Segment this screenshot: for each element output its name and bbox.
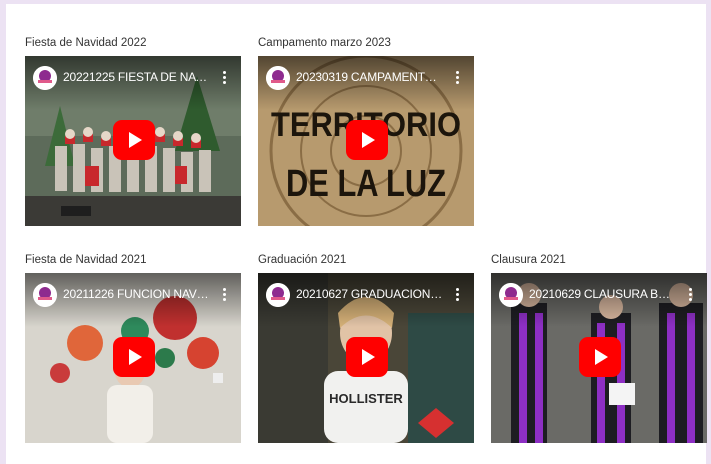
channel-logo-icon[interactable] bbox=[266, 66, 290, 90]
video-card: Campamento marzo 2023 TERRITORIO DE LA L… bbox=[258, 35, 474, 226]
kebab-menu-icon[interactable] bbox=[454, 286, 460, 304]
video-card: Fiesta de Navidad 2022 20221225 FIESTA D… bbox=[25, 35, 241, 226]
video-title[interactable]: 20211226 FUNCION NAVID... bbox=[63, 287, 211, 302]
video-title[interactable]: 20210629 CLAUSURA BUS... bbox=[529, 287, 677, 302]
video-card: Graduación 2021 HOLLISTER 20210627 GRADU… bbox=[258, 252, 474, 443]
video-thumbnail[interactable]: HOLLISTER 20210627 GRADUACION P... bbox=[258, 273, 474, 443]
video-title[interactable]: 20230319 CAMPAMENTO ... bbox=[296, 70, 444, 85]
poster-line-2: DE LA LUZ bbox=[286, 163, 446, 205]
kebab-menu-icon[interactable] bbox=[221, 286, 227, 304]
video-thumbnail[interactable]: 20211226 FUNCION NAVID... bbox=[25, 273, 241, 443]
channel-logo-icon[interactable] bbox=[33, 283, 57, 307]
section-title: Fiesta de Navidad 2022 bbox=[25, 37, 147, 49]
video-card: Clausura 2021 20210629 CLAUSURA BUS... bbox=[491, 252, 707, 443]
kebab-menu-icon[interactable] bbox=[454, 69, 460, 87]
section-title: Clausura 2021 bbox=[491, 254, 566, 266]
kebab-menu-icon[interactable] bbox=[687, 286, 693, 304]
youtube-play-icon[interactable] bbox=[113, 120, 155, 160]
youtube-play-icon[interactable] bbox=[346, 120, 388, 160]
video-title[interactable]: 20210627 GRADUACION P... bbox=[296, 287, 444, 302]
kebab-menu-icon[interactable] bbox=[221, 69, 227, 87]
section-title: Graduación 2021 bbox=[258, 254, 347, 266]
shirt-text: HOLLISTER bbox=[329, 391, 403, 406]
youtube-play-icon[interactable] bbox=[113, 337, 155, 377]
section-title: Fiesta de Navidad 2021 bbox=[25, 254, 147, 266]
channel-logo-icon[interactable] bbox=[499, 283, 523, 307]
video-thumbnail[interactable]: 20210629 CLAUSURA BUS... bbox=[491, 273, 707, 443]
video-card: Fiesta de Navidad 2021 20211226 FUNCION … bbox=[25, 252, 241, 443]
video-gallery: Fiesta de Navidad 2022 20221225 FIESTA D… bbox=[6, 4, 707, 464]
section-title: Campamento marzo 2023 bbox=[258, 37, 391, 49]
video-thumbnail[interactable]: TERRITORIO DE LA LUZ 20230319 CAMPAMENTO… bbox=[258, 56, 474, 226]
video-title[interactable]: 20221225 FIESTA DE NAVI... bbox=[63, 70, 211, 85]
video-thumbnail[interactable]: 20221225 FIESTA DE NAVI... bbox=[25, 56, 241, 226]
youtube-play-icon[interactable] bbox=[346, 337, 388, 377]
youtube-play-icon[interactable] bbox=[579, 337, 621, 377]
channel-logo-icon[interactable] bbox=[266, 283, 290, 307]
channel-logo-icon[interactable] bbox=[33, 66, 57, 90]
